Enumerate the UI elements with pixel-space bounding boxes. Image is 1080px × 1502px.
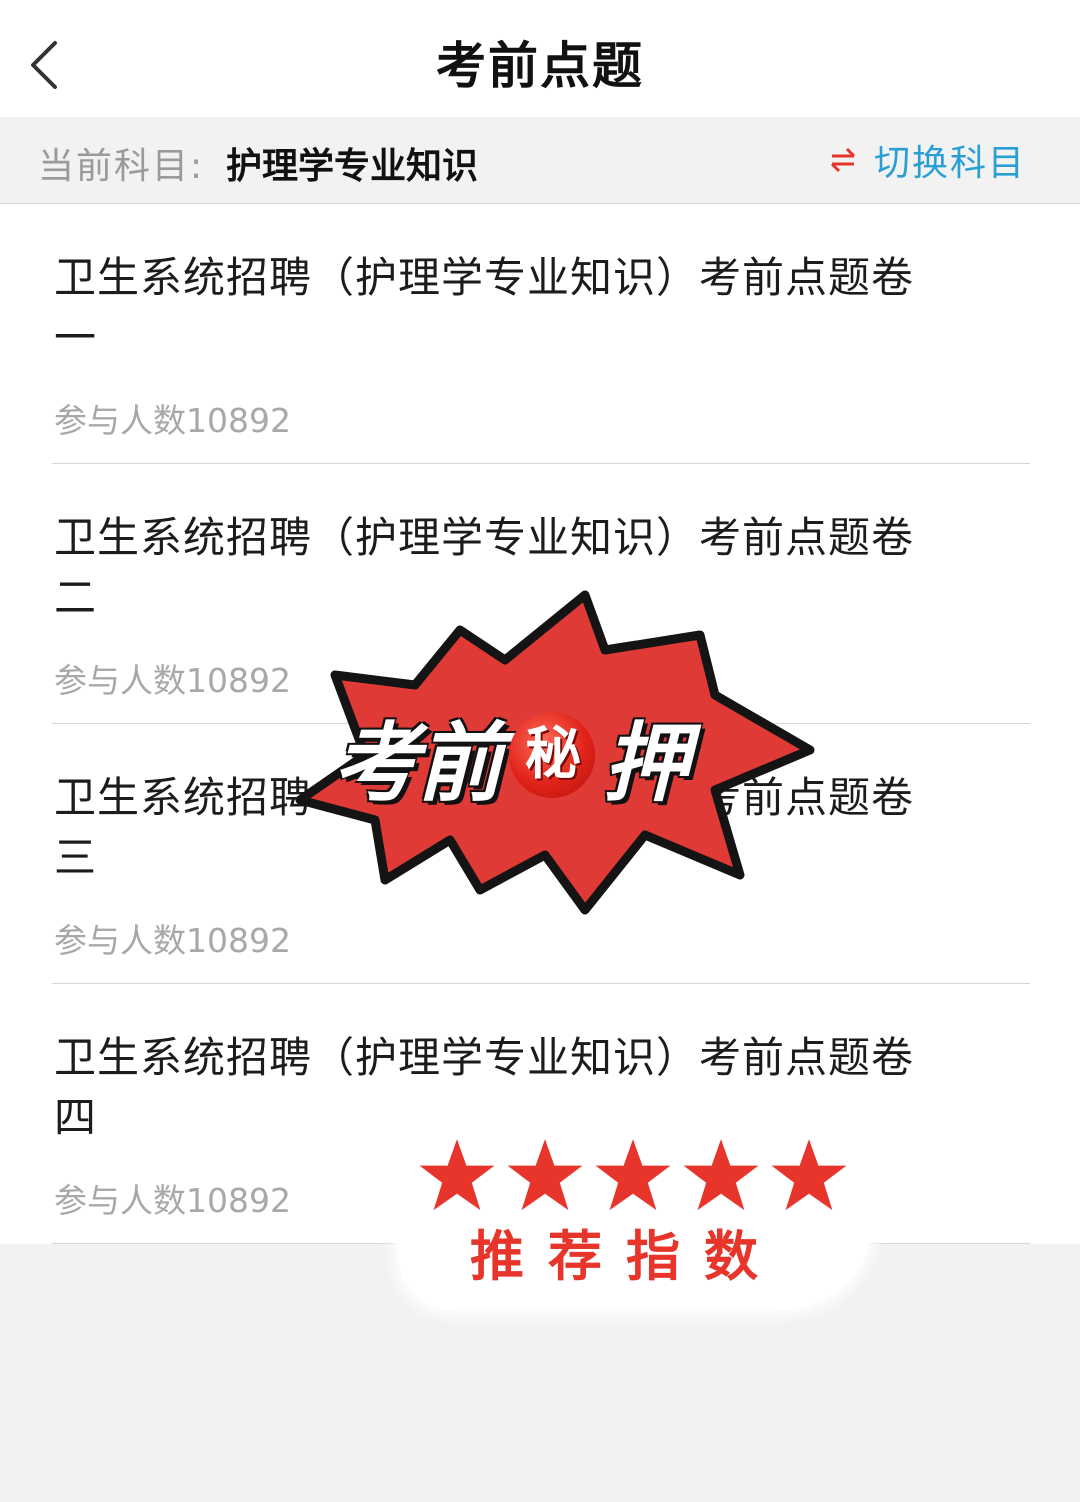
switch-subject-button[interactable]: 切换科目: [828, 135, 1026, 185]
star-icon: [683, 1139, 759, 1211]
burst-text-a: 考前: [333, 713, 503, 814]
swap-arrows-icon: [830, 147, 856, 173]
subject-bar: 当前科目: 护理学专业知识 切换科目: [0, 117, 1080, 204]
burst-slogan: 考前 秘 押: [333, 700, 773, 814]
switch-subject-label: 切换科目: [873, 143, 1026, 184]
page-title: 考前点题: [436, 37, 644, 95]
participant-count: 参与人数10892: [54, 661, 291, 700]
star-icon: [419, 1139, 495, 1211]
star-icon: [771, 1139, 847, 1211]
recommendation-label: 推荐指数: [470, 1225, 782, 1288]
participant-count: 参与人数10892: [54, 401, 291, 440]
secret-badge: 秘: [509, 712, 595, 798]
burst-text-b: 押: [603, 713, 689, 814]
current-subject: 护理学专业知识: [226, 146, 479, 187]
list-item[interactable]: 卫生系统招聘（护理学专业知识）考前点题卷一 参与人数10892: [52, 204, 1030, 464]
star-icon: [507, 1139, 583, 1211]
star-icon: [595, 1139, 671, 1211]
participant-count: 参与人数10892: [54, 921, 291, 960]
subject-prefix-label: 当前科目:: [38, 146, 205, 187]
star-rating: [418, 1136, 848, 1216]
nav-bar: 考前点题: [0, 0, 1080, 117]
paper-title: 卫生系统招聘（护理学专业知识）考前点题卷一: [54, 253, 915, 362]
participant-count: 参与人数10892: [54, 1181, 291, 1220]
